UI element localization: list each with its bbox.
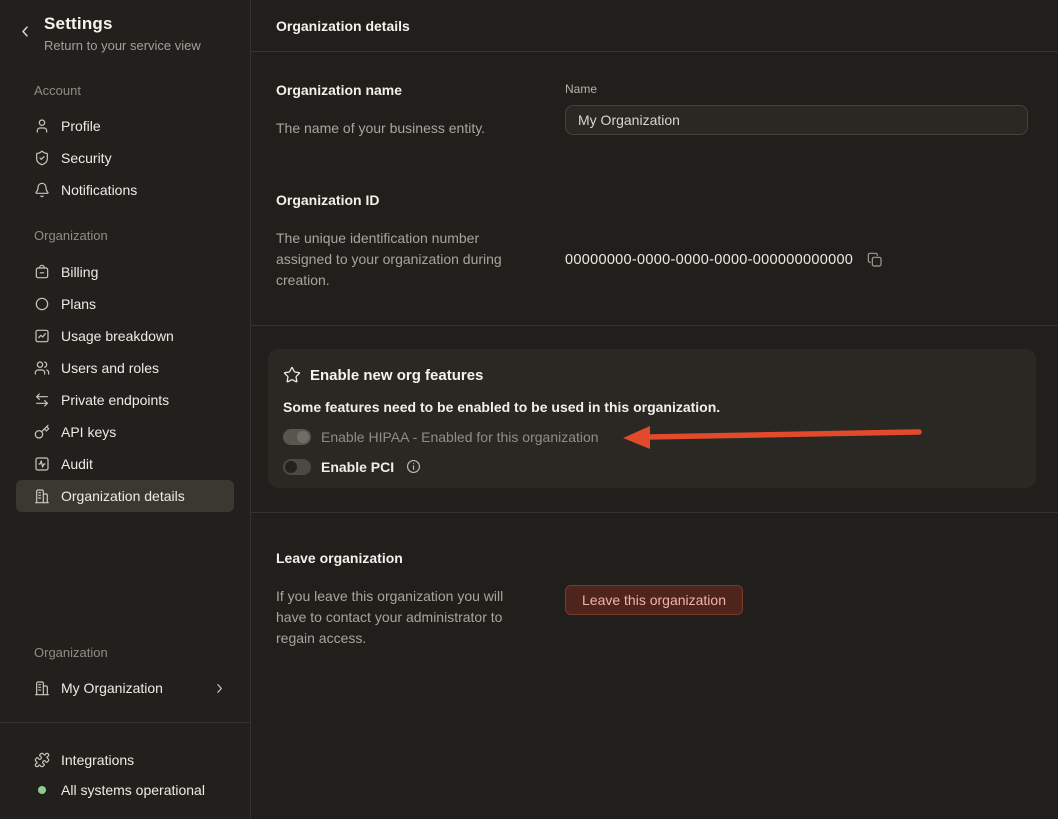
- pci-toggle-label: Enable PCI: [321, 459, 394, 475]
- sidebar-item-users-and-roles[interactable]: Users and roles: [16, 352, 234, 384]
- settings-sidebar: Settings Return to your service view Acc…: [0, 0, 251, 819]
- page-header: Organization details: [251, 0, 1058, 52]
- features-card-description: Some features need to be enabled to be u…: [283, 399, 1021, 415]
- back-chevron-icon[interactable]: [16, 22, 34, 40]
- chevron-right-icon: [213, 682, 226, 695]
- org-id-info: Organization ID The unique identificatio…: [276, 192, 540, 291]
- circle-icon: [34, 296, 50, 312]
- building-icon: [34, 488, 50, 504]
- leave-organization-button[interactable]: Leave this organization: [565, 585, 743, 615]
- org-name-description: The name of your business entity.: [276, 118, 528, 139]
- info-icon[interactable]: [406, 459, 421, 474]
- integrations-label: Integrations: [61, 752, 134, 768]
- sidebar-item-plans[interactable]: Plans: [16, 288, 234, 320]
- leave-org-title: Leave organization: [276, 550, 540, 566]
- org-id-description: The unique identification number assigne…: [276, 228, 528, 291]
- system-status-label: All systems operational: [61, 782, 205, 798]
- pci-toggle-row: Enable PCI: [283, 458, 1021, 475]
- org-id-value-row: 00000000-0000-0000-0000-000000000000: [565, 192, 1028, 291]
- building-icon: [34, 680, 50, 696]
- sidebar-item-label: API keys: [61, 424, 116, 440]
- puzzle-icon: [34, 752, 50, 768]
- org-name-title: Organization name: [276, 82, 540, 98]
- page-content: Organization name The name of your busin…: [251, 52, 1058, 819]
- features-card: Enable new org features Some features ne…: [268, 349, 1036, 488]
- hipaa-toggle-label: Enable HIPAA - Enabled for this organiza…: [321, 429, 599, 445]
- chart-icon: [34, 328, 50, 344]
- sidebar-item-security[interactable]: Security: [16, 142, 234, 174]
- features-card-header: Enable new org features: [283, 366, 1021, 384]
- arrows-swap-icon: [34, 392, 50, 408]
- sidebar-item-billing[interactable]: Billing: [16, 256, 234, 288]
- org-id-value: 00000000-0000-0000-0000-000000000000: [565, 252, 853, 268]
- leave-org-action: Leave this organization: [565, 550, 1028, 649]
- org-id-section: Organization ID The unique identificatio…: [276, 192, 1028, 291]
- sidebar-item-organization-details[interactable]: Organization details: [16, 480, 234, 512]
- sidebar-item-label: Users and roles: [61, 360, 159, 376]
- org-switcher-label: Organization: [34, 645, 234, 660]
- section-divider: [251, 325, 1058, 326]
- page-title: Organization details: [276, 18, 410, 34]
- settings-app: Settings Return to your service view Acc…: [0, 0, 1058, 819]
- sidebar-item-usage-breakdown[interactable]: Usage breakdown: [16, 320, 234, 352]
- shield-check-icon: [34, 150, 50, 166]
- sidebar-title: Settings: [44, 14, 201, 34]
- sidebar-footer: Integrations All systems operational: [0, 723, 250, 819]
- sidebar-subtitle[interactable]: Return to your service view: [44, 38, 201, 53]
- sidebar-item-label: Security: [61, 150, 112, 166]
- integrations-link[interactable]: Integrations: [16, 745, 234, 775]
- key-icon: [34, 424, 50, 440]
- org-id-title: Organization ID: [276, 192, 540, 208]
- features-card-title: Enable new org features: [310, 367, 483, 384]
- billing-bag-icon: [34, 264, 50, 280]
- org-switcher-name: My Organization: [61, 680, 163, 696]
- copy-icon[interactable]: [867, 252, 883, 268]
- sidebar-item-label: Audit: [61, 456, 93, 472]
- org-name-section: Organization name The name of your busin…: [276, 82, 1028, 139]
- section-label-account: Account: [34, 83, 234, 98]
- system-status[interactable]: All systems operational: [16, 775, 234, 805]
- sidebar-item-api-keys[interactable]: API keys: [16, 416, 234, 448]
- sidebar-titles: Settings Return to your service view: [44, 14, 201, 53]
- users-icon: [34, 360, 50, 376]
- main-panel: Organization details Organization name T…: [251, 0, 1058, 819]
- name-field-label: Name: [565, 82, 1028, 96]
- sidebar-item-label: Billing: [61, 264, 98, 280]
- sidebar-item-private-endpoints[interactable]: Private endpoints: [16, 384, 234, 416]
- sidebar-spacer: [0, 512, 250, 645]
- status-dot-icon: [34, 782, 50, 798]
- leave-org-section: Leave organization If you leave this org…: [276, 550, 1028, 649]
- org-switcher[interactable]: My Organization: [16, 672, 234, 704]
- hipaa-toggle[interactable]: [283, 429, 311, 445]
- section-label-organization: Organization: [34, 228, 234, 243]
- user-icon: [34, 118, 50, 134]
- org-name-info: Organization name The name of your busin…: [276, 82, 540, 139]
- sidebar-item-label: Plans: [61, 296, 96, 312]
- sidebar-item-label: Usage breakdown: [61, 328, 174, 344]
- leave-org-description: If you leave this organization you will …: [276, 586, 528, 649]
- sidebar-header: Settings Return to your service view: [0, 0, 250, 53]
- org-name-input[interactable]: [565, 105, 1028, 135]
- sidebar-item-label: Private endpoints: [61, 392, 169, 408]
- sidebar-item-profile[interactable]: Profile: [16, 110, 234, 142]
- audit-activity-icon: [34, 456, 50, 472]
- sidebar-item-label: Profile: [61, 118, 101, 134]
- sidebar-item-notifications[interactable]: Notifications: [16, 174, 234, 206]
- sidebar-item-label: Organization details: [61, 488, 185, 504]
- leave-org-info: Leave organization If you leave this org…: [276, 550, 540, 649]
- pci-toggle[interactable]: [283, 459, 311, 475]
- sidebar-item-label: Notifications: [61, 182, 137, 198]
- section-divider: [251, 512, 1058, 513]
- star-icon: [283, 366, 301, 384]
- bell-icon: [34, 182, 50, 198]
- hipaa-toggle-row: Enable HIPAA - Enabled for this organiza…: [283, 428, 1021, 445]
- sidebar-item-audit[interactable]: Audit: [16, 448, 234, 480]
- org-name-field: Name: [565, 82, 1028, 139]
